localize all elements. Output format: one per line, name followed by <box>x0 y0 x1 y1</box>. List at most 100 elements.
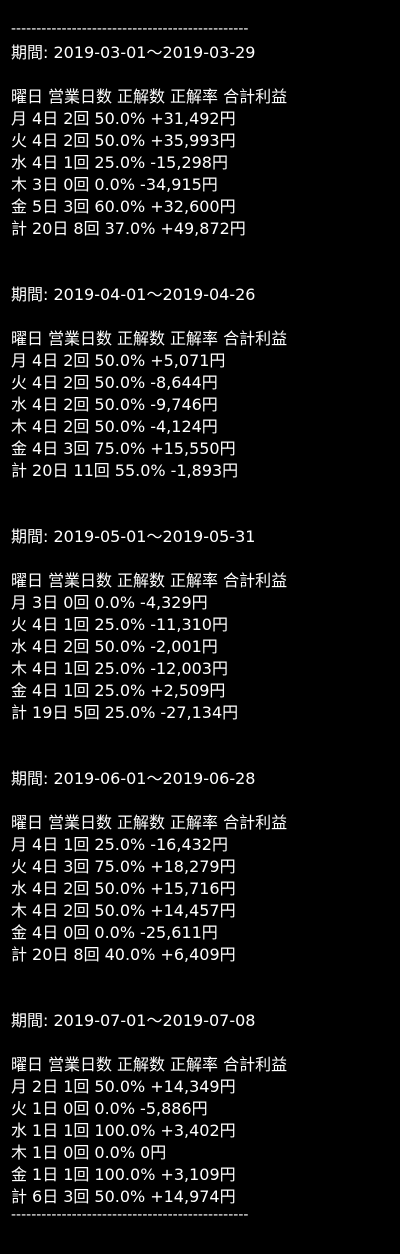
total-row: 計 19日 5回 25.0% -27,134円 <box>11 702 400 724</box>
row-cell: 4日 <box>32 879 59 898</box>
row-cell: 1回 <box>63 835 90 854</box>
row-cell: 0.0% <box>94 593 136 612</box>
weekday-row: 火 4日 1回 25.0% -11,310円 <box>11 614 400 636</box>
row-cell: 4日 <box>32 131 59 150</box>
row-cell: 50.0% <box>94 901 146 920</box>
row-cell: 50.0% <box>94 109 146 128</box>
row-cell: 0.0% <box>94 175 136 194</box>
row-cell: +32,600円 <box>150 197 236 216</box>
row-cell: -4,329円 <box>140 593 208 612</box>
row-cell: 50.0% <box>94 373 146 392</box>
row-cell: 金 <box>11 197 28 216</box>
row-cell: 金 <box>11 439 28 458</box>
row-cell: 1回 <box>63 153 90 172</box>
row-cell: -5,886円 <box>140 1099 208 1118</box>
period-range: 2019-05-01〜2019-05-31 <box>53 527 256 546</box>
row-cell: 20日 <box>32 461 69 480</box>
weekday-row: 木 1日 0回 0.0% 0円 <box>11 1142 400 1164</box>
row-cell: 水 <box>11 395 28 414</box>
row-cell: 20日 <box>32 219 69 238</box>
row-cell: 4日 <box>32 373 59 392</box>
row-cell: 50.0% <box>94 1077 146 1096</box>
row-cell: 金 <box>11 923 28 942</box>
row-cell: 4日 <box>32 659 59 678</box>
row-cell: 4日 <box>32 153 59 172</box>
row-cell: 4日 <box>32 637 59 656</box>
row-cell: 2回 <box>63 373 90 392</box>
row-cell: 1回 <box>63 1121 90 1140</box>
weekday-row: 火 4日 2回 50.0% -8,644円 <box>11 372 400 394</box>
row-cell: 1回 <box>63 659 90 678</box>
weekday-row: 月 4日 2回 50.0% +31,492円 <box>11 108 400 130</box>
row-cell: 75.0% <box>94 857 146 876</box>
row-cell: 月 <box>11 835 28 854</box>
header-row: 曜日 営業日数 正解数 正解率 合計利益 <box>11 86 400 108</box>
header-cell: 合計利益 <box>223 329 288 348</box>
header-cell: 合計利益 <box>223 87 288 106</box>
row-cell: 1回 <box>63 615 90 634</box>
row-cell: 火 <box>11 1099 28 1118</box>
row-cell: -15,298円 <box>150 153 228 172</box>
weekday-row: 火 1日 0回 0.0% -5,886円 <box>11 1098 400 1120</box>
row-cell: -16,432円 <box>150 835 228 854</box>
row-cell: 19日 <box>32 703 69 722</box>
row-cell: 4日 <box>32 615 59 634</box>
row-cell: 50.0% <box>94 1187 146 1206</box>
row-cell: 2回 <box>63 351 90 370</box>
row-cell: 25.0% <box>94 681 146 700</box>
period-range: 2019-03-01〜2019-03-29 <box>53 43 256 62</box>
row-cell: 100.0% <box>94 1121 156 1140</box>
row-cell: 3回 <box>63 439 90 458</box>
row-cell: 60.0% <box>94 197 146 216</box>
row-cell: 1日 <box>32 1099 59 1118</box>
weekday-row: 水 1日 1回 100.0% +3,402円 <box>11 1120 400 1142</box>
row-cell: 0回 <box>63 1143 90 1162</box>
row-cell: 計 <box>11 461 28 480</box>
row-cell: 木 <box>11 175 28 194</box>
row-cell: +3,402円 <box>160 1121 236 1140</box>
report-page: ----------------------------------------… <box>0 0 400 1224</box>
header-cell: 曜日 <box>11 813 44 832</box>
row-cell: 計 <box>11 945 28 964</box>
row-cell: 月 <box>11 351 28 370</box>
row-cell: 50.0% <box>94 637 146 656</box>
weekday-row: 木 4日 2回 50.0% -4,124円 <box>11 416 400 438</box>
period-heading: 期間: 2019-05-01〜2019-05-31 <box>11 526 400 548</box>
row-cell: -4,124円 <box>150 417 218 436</box>
row-cell: 2回 <box>63 109 90 128</box>
row-cell: 木 <box>11 1143 28 1162</box>
row-cell: 5回 <box>73 703 100 722</box>
header-cell: 正解率 <box>170 813 219 832</box>
row-cell: 0回 <box>63 175 90 194</box>
row-cell: -8,644円 <box>150 373 218 392</box>
header-cell: 営業日数 <box>48 87 113 106</box>
row-cell: 1回 <box>63 681 90 700</box>
header-cell: 正解数 <box>117 1055 166 1074</box>
header-cell: 合計利益 <box>223 813 288 832</box>
period-section: 期間: 2019-03-01〜2019-03-29 曜日 営業日数 正解数 正解率 合計利… <box>11 42 400 240</box>
header-cell: 営業日数 <box>48 1055 113 1074</box>
row-cell: 3日 <box>32 175 59 194</box>
row-cell: -12,003円 <box>150 659 228 678</box>
row-cell: +14,974円 <box>150 1187 236 1206</box>
row-cell: 2回 <box>63 395 90 414</box>
row-cell: 25.0% <box>104 703 156 722</box>
row-cell: 11回 <box>73 461 110 480</box>
header-cell: 曜日 <box>11 1055 44 1074</box>
row-cell: 3日 <box>32 593 59 612</box>
row-cell: 25.0% <box>94 615 146 634</box>
header-row: 曜日 営業日数 正解数 正解率 合計利益 <box>11 570 400 592</box>
weekday-row: 木 3日 0回 0.0% -34,915円 <box>11 174 400 196</box>
weekday-row: 月 2日 1回 50.0% +14,349円 <box>11 1076 400 1098</box>
header-cell: 正解率 <box>170 1055 219 1074</box>
row-cell: 火 <box>11 857 28 876</box>
row-cell: 火 <box>11 373 28 392</box>
row-cell: 25.0% <box>94 835 146 854</box>
row-cell: +2,509円 <box>150 681 226 700</box>
header-cell: 営業日数 <box>48 329 113 348</box>
period-range: 2019-04-01〜2019-04-26 <box>53 285 256 304</box>
bottom-divider: ----------------------------------------… <box>11 1210 249 1223</box>
